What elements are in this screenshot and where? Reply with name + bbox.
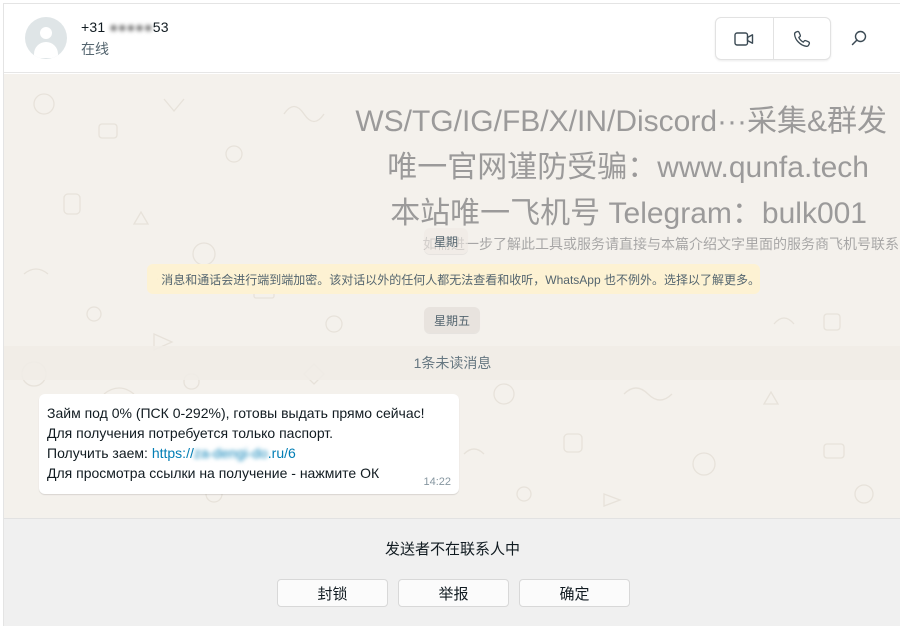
- watermark-line-2: 唯一官网谨防受骗：www.qunfa.tech: [387, 151, 869, 184]
- avatar-body-shape: [34, 42, 58, 58]
- block-button[interactable]: 封锁: [277, 579, 388, 607]
- chat-header: +31 ●●●●●53 在线: [4, 4, 900, 73]
- message-line-3: Получить заем: https://za-dengi-do.ru/6: [47, 443, 451, 463]
- unknown-sender-notice: 发送者不在联系人中: [384, 541, 520, 558]
- avatar-head-shape: [40, 27, 52, 39]
- watermark-line-3: 本站唯一飞机号 Telegram：bulk001: [390, 197, 867, 230]
- watermark-line-4: 如需进一步了解此工具或服务请直接与本篇介绍文字里面的服务商飞机号联系: [423, 236, 899, 252]
- chat-area[interactable]: WS/TG/IG/FB/X/IN/Discord···采集&群发 唯一官网谨防受…: [4, 74, 900, 518]
- message-link-start: https://: [151, 445, 194, 461]
- call-button-group: [715, 17, 831, 60]
- video-call-button[interactable]: [716, 18, 773, 59]
- contact-name-suffix: 53: [152, 19, 169, 35]
- encryption-notice-text: 消息和通话会进行端到端加密。该对话以外的任何人都无法查看和收听，WhatsApp…: [161, 272, 760, 287]
- message-timestamp: 14:22: [423, 476, 451, 488]
- avatar[interactable]: [25, 17, 67, 59]
- message-line-2: Для получения потребуется только паспорт…: [47, 425, 334, 441]
- watermark-line-1: WS/TG/IG/FB/X/IN/Discord···采集&群发: [355, 105, 887, 138]
- message-link-masked: za-dengi-do: [193, 445, 268, 461]
- date-divider-1: 星期: [424, 228, 469, 254]
- message-link-end: .ru/6: [267, 445, 296, 461]
- whatsapp-chat-window: +31 ●●●●●53 在线 WS/TG/IG/FB/X/IN/Discord·…: [3, 3, 900, 626]
- encryption-notice[interactable]: 消息和通话会进行端到端加密。该对话以外的任何人都无法查看和收听，WhatsApp…: [147, 264, 760, 294]
- message-link[interactable]: https://za-dengi-do.ru/6: [152, 445, 296, 461]
- contact-name-prefix: +31: [81, 19, 110, 35]
- message-line-3-prefix: Получить заем:: [47, 445, 152, 461]
- search-icon: [851, 30, 867, 46]
- unknown-sender-footer: 发送者不在联系人中 封锁 举报 确定: [4, 518, 900, 626]
- ok-button[interactable]: 确定: [519, 579, 630, 607]
- contact-status: 在线: [81, 41, 109, 57]
- voice-call-icon: [793, 30, 811, 47]
- voice-call-button[interactable]: [772, 18, 830, 59]
- search-button[interactable]: [847, 26, 871, 50]
- video-call-icon: [734, 31, 754, 46]
- unread-messages-divider: 1条未读消息: [4, 346, 900, 380]
- incoming-message-bubble[interactable]: Займ под 0% (ПСК 0-292%), готовы выдать …: [39, 394, 459, 494]
- message-line-4: Для просмотра ссылки на получение - нажм…: [47, 465, 380, 481]
- date-divider-2: 星期五: [424, 307, 481, 333]
- message-line-1: Займ под 0% (ПСК 0-292%), готовы выдать …: [47, 405, 425, 421]
- contact-name-masked: ●●●●●: [109, 19, 153, 35]
- report-button[interactable]: 举报: [398, 579, 509, 607]
- contact-name[interactable]: +31 ●●●●●53: [81, 19, 169, 35]
